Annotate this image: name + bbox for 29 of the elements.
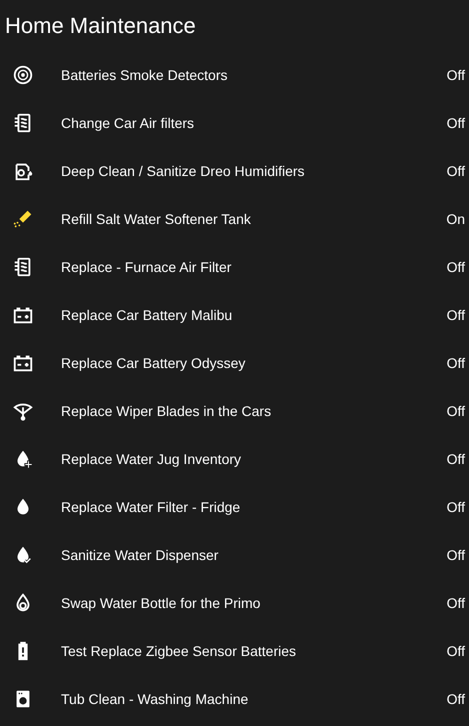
entity-name: Replace Car Battery Malibu	[61, 306, 234, 325]
state-value: Off	[446, 642, 465, 660]
state-value: Off	[446, 162, 465, 180]
entity-name: Replace - Furnace Air Filter	[61, 258, 232, 277]
entity-name: Deep Clean / Sanitize Dreo Humidifiers	[61, 162, 306, 181]
entity-name: Tub Clean - Washing Machine	[61, 690, 250, 709]
state-value: On	[446, 210, 465, 228]
entity-name: Refill Salt Water Softener Tank	[61, 210, 252, 228]
state-value: Off	[446, 498, 465, 516]
entity-name: Replace Water Jug Inventory	[61, 450, 242, 469]
state-value: Off	[446, 594, 465, 612]
state-value: Off	[446, 354, 465, 372]
entity-name: Swap Water Bottle for the Primo	[61, 594, 262, 613]
entity-name: Replace Wiper Blades in the Cars	[61, 402, 272, 421]
state-value: Off	[446, 402, 465, 420]
state-value: Off	[446, 546, 465, 564]
entity-name: Test Replace Zigbee Sensor Batteries	[61, 642, 298, 661]
state-value: Off	[446, 306, 465, 324]
entity-name: Replace Water Filter - Fridge	[61, 498, 242, 517]
state-value: Off	[446, 114, 465, 132]
entity-name: Sanitize Water Dispenser	[61, 546, 220, 565]
entity-name: Batteries Smoke Detectors	[61, 66, 229, 84]
card-title: Home Maintenance	[5, 12, 196, 40]
state-value: Off	[446, 450, 465, 468]
state-value: Off	[446, 66, 465, 84]
state-value: Off	[446, 258, 465, 276]
state-value: Off	[446, 690, 465, 708]
entity-name: Change Car Air filters	[61, 114, 196, 133]
entity-name: Replace Car Battery Odyssey	[61, 354, 246, 373]
